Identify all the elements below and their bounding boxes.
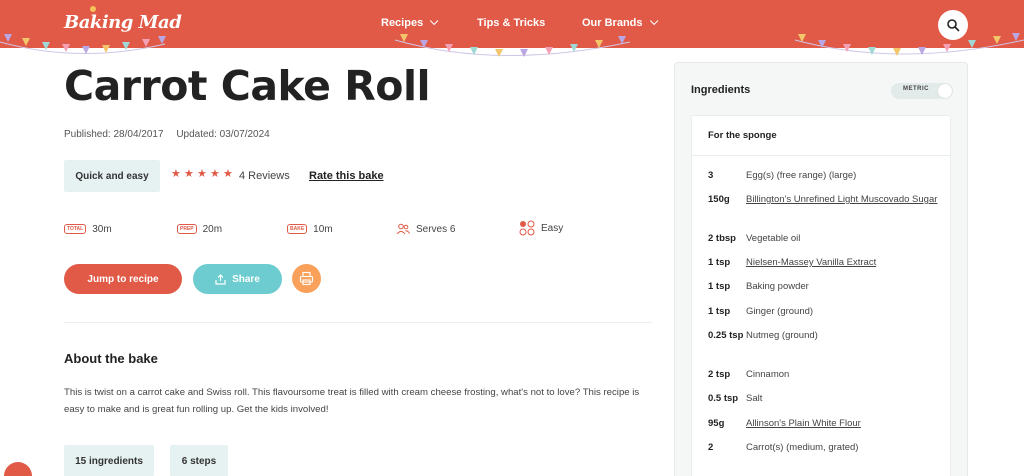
tag-quick-and-easy[interactable]: Quick and easy (64, 160, 160, 192)
ingredients-sidebar: Ingredients METRIC For the sponge 3 Egg(… (674, 62, 968, 476)
floating-action-button[interactable] (4, 462, 32, 476)
toggle-knob (938, 84, 952, 98)
ingredient-quantity: 1 tsp (708, 306, 731, 317)
serves-value: Serves 6 (416, 223, 456, 235)
star-icon: ★ (197, 168, 207, 180)
review-count[interactable]: 4 Reviews (239, 170, 290, 182)
chevron-down-icon (649, 16, 658, 26)
ingredient-quantity: 0.5 tsp (708, 393, 739, 404)
difficulty-value: Easy (541, 222, 564, 234)
bake-time-icon: BAKE (287, 224, 308, 234)
nav-item-tips-tricks[interactable]: Tips & Tricks (477, 17, 545, 29)
meta-serves: Serves 6 (396, 221, 455, 237)
star-icon: ★ (171, 168, 181, 180)
ingredient-name: Baking powder (746, 281, 809, 292)
nav-item-recipes[interactable]: Recipes (381, 16, 439, 29)
star-rating: ★ ★ ★ ★ ★ (171, 169, 234, 183)
prep-time-icon: PREP (177, 224, 197, 234)
ingredient-quantity: 2 (708, 442, 714, 453)
bake-time-value: 10m (313, 223, 333, 235)
ingredient-quantity: 2 tsp (708, 369, 731, 380)
people-icon (396, 223, 410, 235)
share-button[interactable]: Share (193, 264, 282, 294)
star-icon: ★ (210, 168, 220, 180)
share-icon (215, 273, 226, 285)
prep-time-value: 20m (202, 223, 223, 235)
chevron-down-icon (430, 16, 439, 26)
section-divider (64, 322, 652, 323)
ingredients-heading: Ingredients (691, 84, 751, 96)
site-header: Baking Mad Recipes Tips & Tricks Our Bra… (0, 0, 1024, 48)
ingredient-name: Salt (746, 393, 763, 404)
ingredient-link[interactable]: Allinson's Plain White Flour (746, 417, 942, 431)
nav-item-label: Recipes (381, 17, 424, 29)
unit-toggle-label: METRIC (903, 86, 929, 92)
unit-toggle[interactable]: METRIC (891, 83, 953, 99)
about-heading: About the bake (64, 351, 158, 366)
ingredient-name: Ginger (ground) (746, 306, 814, 317)
ingredient-section-title: For the sponge (708, 130, 777, 141)
site-logo[interactable]: Baking Mad (64, 12, 182, 33)
print-button[interactable] (292, 264, 321, 293)
search-button[interactable] (938, 10, 968, 40)
meta-prep-time: PREP 20m (177, 221, 222, 237)
steps-count-tag[interactable]: 6 steps (170, 445, 228, 476)
search-icon (947, 19, 960, 32)
ingredient-quantity: 95g (708, 418, 725, 429)
ingredient-section-header: For the sponge (692, 116, 950, 156)
print-icon (299, 271, 314, 286)
ingredients-count-tag[interactable]: 15 ingredients (64, 445, 154, 476)
rate-this-bake-link[interactable]: Rate this bake (309, 170, 384, 182)
ingredient-quantity: 2 tbsp (708, 233, 736, 244)
ingredient-quantity: 3 (708, 170, 714, 181)
ingredient-quantity: 0.25 tsp (708, 330, 744, 341)
ingredient-name: Carrot(s) (medium, grated) (746, 442, 859, 453)
star-icon: ★ (223, 168, 233, 180)
updated-date: Updated: 03/07/2024 (176, 129, 270, 140)
ingredient-link[interactable]: Nielsen-Massey Vanilla Extract (746, 256, 942, 270)
ingredient-name: Vegetable oil (746, 233, 801, 244)
ingredients-panel: For the sponge 3 Egg(s) (free range) (la… (691, 115, 951, 476)
about-text: This is twist on a carrot cake and Swiss… (64, 387, 640, 415)
star-icon: ★ (184, 168, 194, 180)
recipe-dates: Published: 28/04/2017 Updated: 03/07/202… (64, 129, 280, 140)
difficulty-icon (519, 220, 535, 236)
ingredient-link[interactable]: Billington's Unrefined Light Muscovado S… (746, 193, 942, 207)
jump-to-recipe-button[interactable]: Jump to recipe (64, 264, 182, 294)
meta-difficulty: Easy (519, 218, 563, 238)
meta-total-time: TOTAL 30m (64, 221, 112, 237)
share-label: Share (232, 273, 260, 285)
ingredient-name: Nutmeg (ground) (746, 330, 818, 341)
published-date: Published: 28/04/2017 (64, 129, 164, 140)
page-title: Carrot Cake Roll (64, 62, 431, 110)
ingredient-name: Egg(s) (free range) (large) (746, 170, 857, 181)
ingredient-name: Cinnamon (746, 369, 790, 380)
logo-decoration (90, 6, 96, 12)
meta-bake-time: BAKE 10m (287, 221, 333, 237)
ingredient-quantity: 150g (708, 194, 730, 205)
ingredient-quantity: 1 tsp (708, 257, 731, 268)
total-time-icon: TOTAL (64, 224, 87, 234)
nav-item-our-brands[interactable]: Our Brands (582, 16, 658, 29)
nav-item-label: Our Brands (582, 17, 643, 29)
ingredient-quantity: 1 tsp (708, 281, 731, 292)
nav-item-label: Tips & Tricks (477, 17, 546, 29)
total-time-value: 30m (92, 223, 112, 235)
